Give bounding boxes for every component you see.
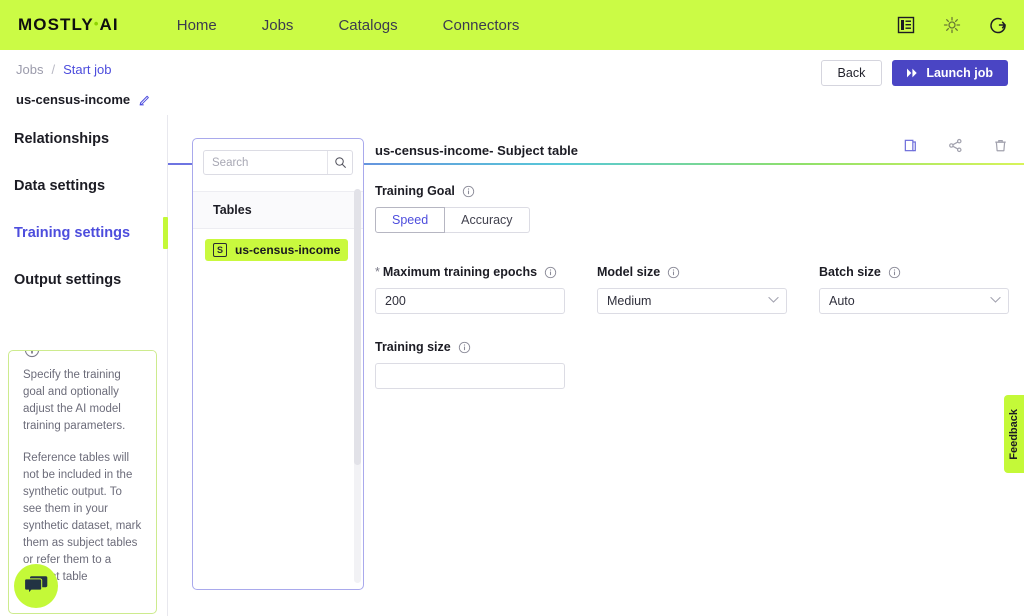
training-size-input[interactable] (375, 363, 565, 389)
tables-section-header: Tables (193, 191, 363, 229)
max-epochs-input[interactable] (375, 288, 565, 314)
breadcrumb: Jobs / Start job (16, 62, 112, 77)
page-content: Relationships Data settings Training set… (0, 115, 1024, 616)
feedback-tab[interactable]: Feedback (1004, 395, 1024, 473)
batch-size-label: Batch size (819, 265, 881, 279)
form-row-2: Training size (375, 340, 1024, 389)
sidebar-item-data-settings[interactable]: Data settings (0, 162, 167, 209)
training-goal-option-speed[interactable]: Speed (375, 207, 445, 233)
info-icon[interactable] (667, 266, 680, 279)
table-search-container (203, 150, 353, 175)
sidebar-item-label: Data settings (14, 178, 105, 194)
training-goal-option-accuracy[interactable]: Accuracy (445, 207, 529, 233)
training-goal-label: Training Goal (375, 184, 455, 198)
info-icon[interactable] (462, 185, 475, 198)
scrollbar-thumb[interactable] (354, 189, 361, 465)
page-title: us-census-income (16, 92, 130, 107)
breadcrumb-item-start-job[interactable]: Start job (63, 62, 111, 77)
info-icon-badge (21, 350, 43, 358)
main-nav-links: Home Jobs Catalogs Connectors (177, 17, 520, 34)
training-goal-toggle: Speed Accuracy (375, 207, 1024, 233)
chat-bubble-icon (24, 575, 48, 597)
back-button[interactable]: Back (821, 60, 883, 86)
info-icon[interactable] (458, 341, 471, 354)
brand-logo-text: MOSTLY (18, 15, 94, 34)
field-batch-size: Batch size (819, 265, 1009, 314)
brand-logo-suffix: AI (100, 15, 119, 34)
sidebar-item-label: Training settings (14, 225, 130, 241)
field-model-size: Model size (597, 265, 787, 314)
search-button[interactable] (327, 151, 352, 174)
batch-size-select-wrap (819, 288, 1009, 314)
training-size-label: Training size (375, 340, 451, 354)
edit-pencil-icon[interactable] (138, 93, 151, 106)
fast-forward-icon (907, 68, 919, 78)
gear-icon[interactable] (942, 15, 962, 35)
field-max-epochs: * Maximum training epochs (375, 265, 565, 314)
training-settings-form: us-census-income- Subject table Training… (375, 143, 1024, 616)
info-icon[interactable] (888, 266, 901, 279)
table-list: S us-census-income (193, 229, 363, 261)
max-epochs-label-row: * Maximum training epochs (375, 265, 565, 279)
info-icon (24, 350, 40, 358)
nav-item-connectors[interactable]: Connectors (443, 17, 520, 34)
search-icon (334, 156, 347, 169)
form-title: us-census-income- Subject table (375, 143, 1024, 158)
nav-item-home[interactable]: Home (177, 17, 217, 34)
model-size-label: Model size (597, 265, 660, 279)
sidebar-item-label: Relationships (14, 131, 109, 147)
model-size-select[interactable] (597, 288, 787, 314)
info-icon[interactable] (544, 266, 557, 279)
breadcrumb-separator: / (51, 62, 55, 77)
job-name-row: us-census-income (16, 92, 151, 107)
sidebar-item-label: Output settings (14, 272, 121, 288)
tables-panel: Tables S us-census-income (192, 138, 364, 590)
max-epochs-label: Maximum training epochs (383, 265, 537, 279)
batch-size-label-row: Batch size (819, 265, 1009, 279)
launch-job-label: Launch job (926, 66, 993, 80)
tables-panel-scrollbar[interactable] (354, 189, 361, 583)
field-training-size: Training size (375, 340, 565, 389)
logout-icon[interactable] (988, 15, 1008, 35)
page-subheader: Jobs / Start job us-census-income Back L… (0, 50, 1024, 114)
breadcrumb-item-jobs[interactable]: Jobs (16, 62, 43, 77)
info-paragraph-1: Specify the training goal and optionally… (23, 367, 142, 435)
model-size-select-wrap (597, 288, 787, 314)
subject-table-badge-icon: S (213, 243, 227, 257)
launch-job-button[interactable]: Launch job (892, 60, 1008, 86)
header-action-buttons: Back Launch job (821, 60, 1008, 86)
nav-item-catalogs[interactable]: Catalogs (338, 17, 397, 34)
nav-item-jobs[interactable]: Jobs (262, 17, 294, 34)
nav-icon-group (896, 0, 1008, 50)
docs-icon[interactable] (896, 15, 916, 35)
settings-sidebar: Relationships Data settings Training set… (0, 115, 168, 616)
training-size-label-row: Training size (375, 340, 565, 354)
batch-size-select[interactable] (819, 288, 1009, 314)
table-list-item-us-census-income[interactable]: S us-census-income (205, 239, 348, 261)
sidebar-item-output-settings[interactable]: Output settings (0, 256, 167, 303)
table-item-label: us-census-income (235, 243, 340, 257)
top-navigation-bar: MOSTLY•AI Home Jobs Catalogs Connectors (0, 0, 1024, 50)
tables-header-label: Tables (213, 203, 252, 217)
chat-widget-button[interactable] (14, 564, 58, 608)
form-row-1: * Maximum training epochs Model size (375, 265, 1024, 314)
required-asterisk: * (375, 265, 380, 279)
sidebar-item-relationships[interactable]: Relationships (0, 115, 167, 162)
training-goal-label-row: Training Goal (375, 184, 1024, 198)
brand-logo[interactable]: MOSTLY•AI (18, 15, 119, 35)
sidebar-item-training-settings[interactable]: Training settings (0, 209, 167, 256)
model-size-label-row: Model size (597, 265, 787, 279)
feedback-tab-label: Feedback (1008, 409, 1020, 460)
